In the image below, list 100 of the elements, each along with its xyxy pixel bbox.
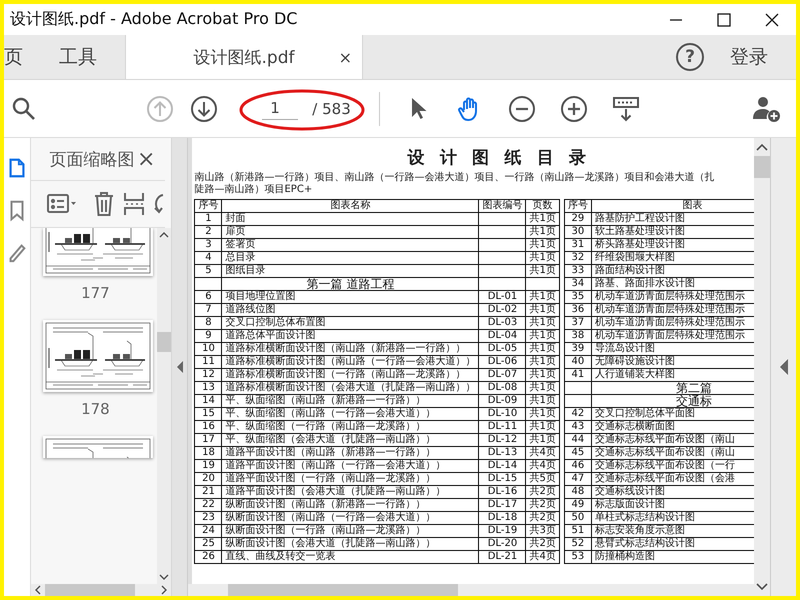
table-cell: 30 xyxy=(564,226,592,238)
zoom-in-icon[interactable] xyxy=(560,94,588,122)
close-icon[interactable] xyxy=(765,12,779,26)
table-cell: 33 xyxy=(564,264,592,278)
table-cell: 9 xyxy=(194,330,222,342)
table-cell: DL-12 xyxy=(478,434,526,446)
table-cell: 35 xyxy=(564,290,592,304)
page-thumbnail[interactable] xyxy=(43,228,154,276)
table-cell: 图纸目录 xyxy=(222,264,479,278)
table-cell: 纵断面设计图（会港大道（扎陡路—南山路）） xyxy=(222,538,479,550)
table-cell: DL-19 xyxy=(478,524,526,538)
table-cell: DL-18 xyxy=(478,512,526,524)
table-cell: 道路总体平面设计图 xyxy=(222,330,479,342)
table-cell: DL-04 xyxy=(478,330,526,342)
help-button[interactable]: ? xyxy=(676,43,704,71)
options-icon[interactable] xyxy=(47,193,78,215)
section-heading: 第一篇 道路工程 xyxy=(222,278,479,290)
table-cell: DL-14 xyxy=(478,460,526,472)
maximize-icon[interactable] xyxy=(717,12,731,26)
page-thumbnail[interactable] xyxy=(43,320,154,392)
table-cell: 21 xyxy=(194,486,222,498)
page-number-field[interactable]: 1 xyxy=(262,97,298,120)
table-cell: 道路标准横断面设计图（南山路（一行路—会港大道）） xyxy=(222,356,479,368)
collapse-arrow-icon[interactable] xyxy=(176,360,184,374)
table-cell: 共3页 xyxy=(526,524,560,538)
table-cell: DL-13 xyxy=(478,446,526,460)
scrollbar-thumb[interactable] xyxy=(157,332,172,352)
table-cell: 20 xyxy=(194,472,222,486)
table-cell: 共1页 xyxy=(526,238,560,252)
table-cell: 10 xyxy=(194,342,222,356)
column-header: 页数 xyxy=(526,200,560,212)
panel-title: 页面缩略图 xyxy=(49,148,134,170)
table-cell: 共1页 xyxy=(526,420,560,434)
table-cell: 共1页 xyxy=(526,212,560,226)
table-cell: 共1页 xyxy=(526,342,560,356)
table-cell: 11 xyxy=(194,356,222,368)
table-cell: 扉页 xyxy=(222,226,479,238)
table-cell: 6 xyxy=(194,290,222,304)
table-cell: 16 xyxy=(194,420,222,434)
table-cell: 共4页 xyxy=(526,446,560,460)
table-cell: 36 xyxy=(564,304,592,316)
tab-close-button[interactable]: × xyxy=(338,48,352,66)
table-cell: 共1页 xyxy=(526,382,560,394)
table-cell: 17 xyxy=(194,434,222,446)
tab[interactable]: 页 xyxy=(4,35,41,79)
table-cell: 2 xyxy=(194,226,222,238)
table-cell: 13 xyxy=(194,382,222,394)
table-cell: DL-17 xyxy=(478,498,526,512)
scrollbar-thumb[interactable] xyxy=(754,156,770,178)
table-cell: 平、纵面缩图（一行路（南山路—龙溪路）） xyxy=(222,420,479,434)
table-cell: DL-09 xyxy=(478,394,526,408)
table-cell: 37 xyxy=(564,316,592,330)
table-cell: 纵断面设计图（一行路（南山路—龙溪路）） xyxy=(222,524,479,538)
table-cell: 23 xyxy=(194,512,222,524)
insert-page-icon[interactable] xyxy=(123,191,146,217)
table-cell: DL-01 xyxy=(478,290,526,304)
table-cell: 49 xyxy=(564,498,592,512)
page-thumbnail[interactable] xyxy=(43,436,154,458)
table-cell: 41 xyxy=(564,368,592,382)
sign-in-link[interactable]: 登录 xyxy=(730,44,768,70)
tab[interactable]: 设计图纸.pdf × xyxy=(125,35,363,79)
document-title: 设计图纸目录 xyxy=(406,147,602,169)
table-cell: 共2页 xyxy=(526,512,560,524)
next-page-icon[interactable] xyxy=(190,94,218,122)
tab[interactable]: 工具 xyxy=(41,35,115,79)
table-cell: 38 xyxy=(564,330,592,342)
column-header: 序号 xyxy=(564,200,592,212)
table-cell: 共1页 xyxy=(526,330,560,342)
table-cell: DL-20 xyxy=(478,538,526,550)
table-cell: 纵断面设计图（南山路（新港路—一行路）） xyxy=(222,498,479,512)
table-cell: 47 xyxy=(564,472,592,486)
table-cell: 8 xyxy=(194,316,222,330)
table-cell: 道路平面设计图（南山路（一行路—会港大道）） xyxy=(222,460,479,472)
add-user-icon[interactable] xyxy=(752,94,782,122)
expand-arrow-icon[interactable] xyxy=(778,358,789,376)
table-cell: 直线、曲线及转交一览表 xyxy=(222,550,479,564)
table-cell: 项目地理位置图 xyxy=(222,290,479,304)
page-count: / 583 xyxy=(312,100,351,118)
table-cell: DL-08 xyxy=(478,382,526,394)
table-cell: 26 xyxy=(194,550,222,564)
scrollbar-thumb[interactable] xyxy=(228,584,458,596)
table-cell: 18 xyxy=(194,446,222,460)
table-cell: 32 xyxy=(564,252,592,264)
zoom-out-icon[interactable] xyxy=(508,94,536,122)
table-cell: 共1页 xyxy=(526,356,560,368)
table-cell: 24 xyxy=(194,524,222,538)
table-cell: 共2页 xyxy=(526,486,560,498)
table-cell: 平、纵面缩图（南山路（一行路—会港大道）） xyxy=(222,408,479,420)
table-cell: 共1页 xyxy=(526,408,560,420)
table-cell: 31 xyxy=(564,238,592,252)
table-cell: 50 xyxy=(564,512,592,524)
scrollbar-thumb[interactable] xyxy=(45,584,136,596)
panel-close-button[interactable]: × xyxy=(136,146,156,172)
table-cell: DL-03 xyxy=(478,316,526,330)
trash-icon[interactable] xyxy=(93,191,116,217)
scroll-mode-icon[interactable] xyxy=(612,94,640,122)
table-cell: 34 xyxy=(564,278,592,290)
table-cell: DL-15 xyxy=(478,472,526,486)
table-cell: 共1页 xyxy=(526,264,560,278)
table-cell: 40 xyxy=(564,356,592,368)
